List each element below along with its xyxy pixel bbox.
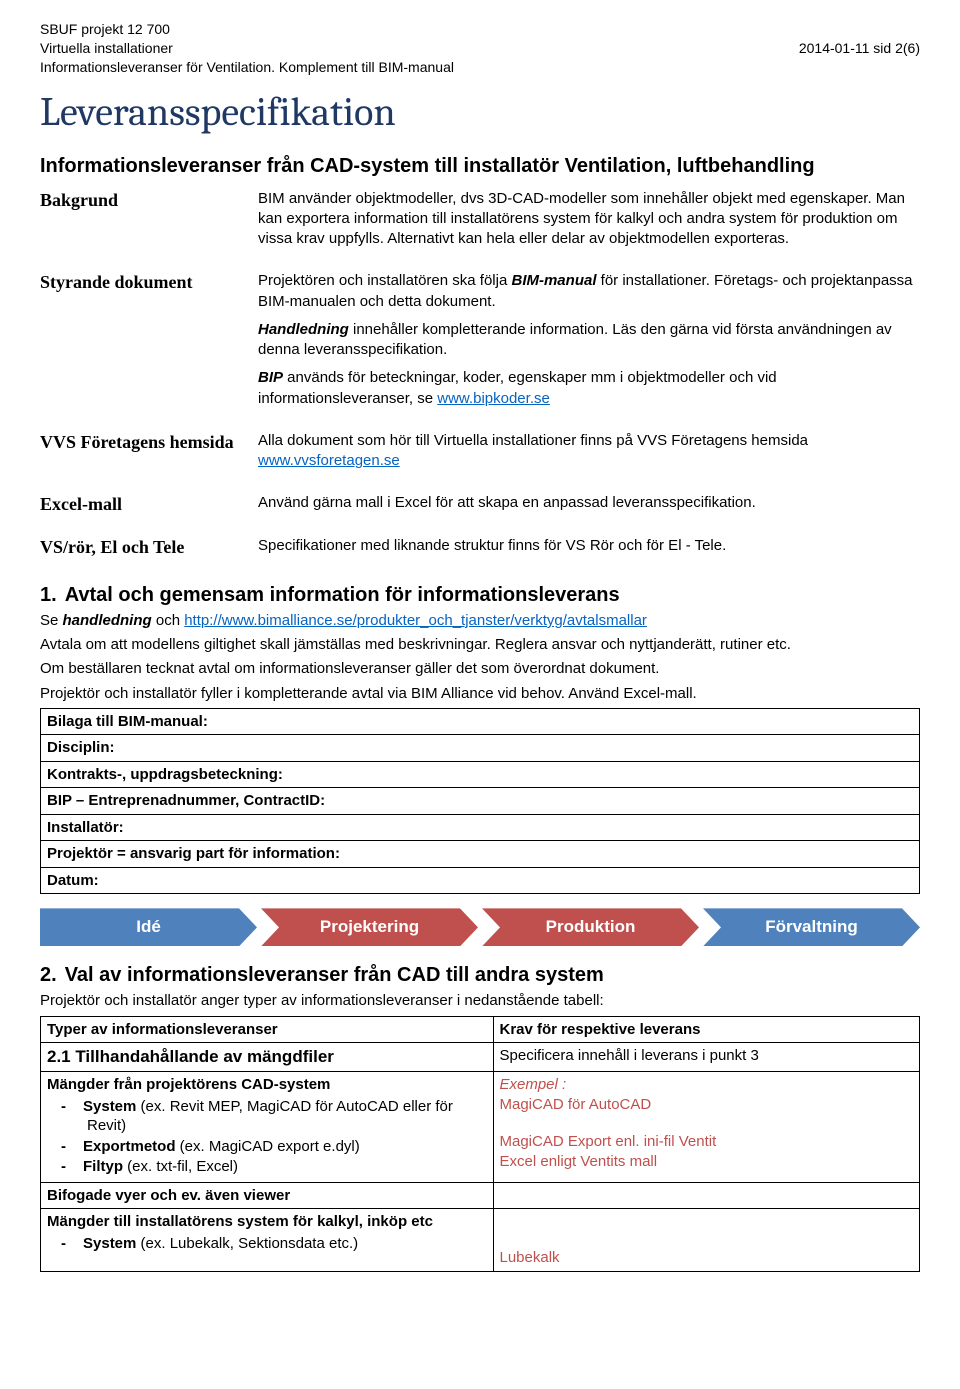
- sec2-intro: Projektör och installatör anger typer av…: [40, 991, 920, 1011]
- header-line-2: Virtuella installationer: [40, 39, 173, 58]
- sec2-mang-li1b: (ex. Revit MEP, MagiCAD för AutoCAD elle…: [87, 1098, 453, 1135]
- excel-text: Använd gärna mall i Excel för att skapa …: [258, 493, 920, 513]
- arrow-ide-label: Idé: [136, 917, 161, 936]
- document-subtitle: Informationsleveranser från CAD-system t…: [40, 153, 920, 179]
- styrande-p2: Handledning innehåller kompletterande in…: [258, 320, 920, 361]
- page-header: SBUF projekt 12 700 Virtuella installati…: [40, 20, 920, 77]
- sec2-mang-li1: System (ex. Revit MEP, MagiCAD för AutoC…: [87, 1097, 487, 1136]
- body-bakgrund: BIM använder objektmodeller, dvs 3D-CAD-…: [258, 189, 920, 258]
- sec1-row-3: BIP – Entreprenadnummer, ContractID:: [41, 788, 920, 815]
- body-styrande: Projektören och installatören ska följa …: [258, 271, 920, 417]
- sec2-mangkalk-right-val: Lubekalk: [500, 1248, 914, 1268]
- section-2-heading: 2. Val av informationsleveranser från CAD…: [40, 964, 920, 987]
- sec1-intro-a: Se: [40, 612, 63, 629]
- arrow-produktion-label: Produktion: [546, 917, 636, 936]
- process-arrows: Idé Projektering Produktion Förvaltning: [40, 908, 920, 946]
- sec2-mangkalk-right: Lubekalk: [493, 1209, 920, 1272]
- link-bipkoder[interactable]: www.bipkoder.se: [437, 390, 550, 407]
- sec2-mang-li3a: Filtyp: [83, 1158, 123, 1175]
- term-vsror: VS/rör, El och Tele: [40, 536, 240, 564]
- sec2-th-left: Typer av informationsleveranser: [41, 1016, 494, 1043]
- arrow-forvaltning: Förvaltning: [703, 908, 920, 946]
- body-excel: Använd gärna mall i Excel för att skapa …: [258, 493, 920, 521]
- styrande-p3: BIP används för beteckningar, koder, ege…: [258, 368, 920, 409]
- styrande-p1a: Projektören och installatören ska följa: [258, 272, 511, 289]
- term-vvs: VVS Företagens hemsida: [40, 431, 240, 480]
- arrow-projektering: Projektering: [261, 908, 478, 946]
- sec1-row-0: Bilaga till BIM-manual:: [41, 708, 920, 735]
- sec2-mang-right-l1: MagiCAD för AutoCAD: [500, 1095, 914, 1115]
- header-page-info: 2014-01-11 sid 2(6): [799, 39, 920, 58]
- sec2-mangkalk-left: Mängder till installatörens system för k…: [41, 1209, 494, 1272]
- vsror-text: Specifikationer med liknande struktur fi…: [258, 536, 920, 556]
- sec1-row-5: Projektör = ansvarig part för informatio…: [41, 841, 920, 868]
- sec1-intro: Se handledning och http://www.bimallianc…: [40, 611, 920, 631]
- arrow-projektering-label: Projektering: [320, 917, 419, 936]
- sec1-p4: Projektör och installatör fyller i kompl…: [40, 684, 920, 704]
- definitions-table: Bakgrund BIM använder objektmodeller, dv…: [40, 189, 920, 564]
- sec2-mang-right-l2: MagiCAD Export enl. ini-fil Ventit: [500, 1132, 914, 1152]
- styrande-p1b: BIM-manual: [511, 272, 596, 289]
- sec2-mang-right: Exempel : MagiCAD för AutoCAD MagiCAD Ex…: [493, 1072, 920, 1183]
- arrow-forvaltning-label: Förvaltning: [765, 917, 858, 936]
- sec2-th-right: Krav för respektive leverans: [493, 1016, 920, 1043]
- sec2-mang-top: Mängder från projektörens CAD-system: [47, 1075, 487, 1095]
- sec2-mang-li2b: (ex. MagiCAD export e.dyl): [176, 1138, 360, 1155]
- section-1-title: Avtal och gemensam information för infor…: [65, 584, 620, 606]
- sec1-row-2: Kontrakts-, uppdragsbeteckning:: [41, 761, 920, 788]
- document-page: SBUF projekt 12 700 Virtuella installati…: [20, 20, 940, 1272]
- arrow-produktion: Produktion: [482, 908, 699, 946]
- section-1-num: 1.: [40, 584, 57, 606]
- sec2-mang-left: Mängder från projektörens CAD-system Sys…: [41, 1072, 494, 1183]
- vvs-text: Alla dokument som hör till Virtuella ins…: [258, 431, 920, 472]
- sec2-mang-li1a: System: [83, 1098, 136, 1115]
- sec2-mangkalk-li1a: System: [83, 1235, 136, 1252]
- sec2-bifog-left: Bifogade vyer och ev. även viewer: [41, 1182, 494, 1209]
- styrande-p1: Projektören och installatören ska följa …: [258, 271, 920, 312]
- term-excel: Excel-mall: [40, 493, 240, 521]
- section-2-title: Val av informationsleveranser från CAD t…: [65, 964, 604, 986]
- section-1-heading: 1. Avtal och gemensam information för inf…: [40, 584, 920, 607]
- styrande-p3a: BIP: [258, 369, 283, 386]
- term-styrande: Styrande dokument: [40, 271, 240, 417]
- link-bimalliance[interactable]: http://www.bimalliance.se/produkter_och_…: [184, 612, 647, 629]
- sec2-row21-right: Specificera innehåll i leverans i punkt …: [493, 1043, 920, 1072]
- sec2-mangkalk-li1: System (ex. Lubekalk, Sektionsdata etc.): [87, 1234, 487, 1254]
- sec1-row-4: Installatör:: [41, 814, 920, 841]
- sec2-mangkalk-li1b: (ex. Lubekalk, Sektionsdata etc.): [136, 1235, 358, 1252]
- link-vvsforetagen[interactable]: www.vvsforetagen.se: [258, 452, 400, 469]
- sec2-mang-li2: Exportmetod (ex. MagiCAD export e.dyl): [87, 1137, 487, 1157]
- arrow-ide: Idé: [40, 908, 257, 946]
- sec2-mang-right-ex: Exempel :: [500, 1075, 914, 1095]
- styrande-p2b: innehåller kompletterande information. L…: [258, 321, 892, 358]
- term-bakgrund: Bakgrund: [40, 189, 240, 258]
- header-line-3: Informationsleveranser för Ventilation. …: [40, 58, 920, 77]
- sec2-bifog-right: [493, 1182, 920, 1209]
- sec2-mang-li3b: (ex. txt-fil, Excel): [123, 1158, 238, 1175]
- bakgrund-text: BIM använder objektmodeller, dvs 3D-CAD-…: [258, 189, 920, 250]
- sec1-intro-c: och: [152, 612, 185, 629]
- sec2-table: Typer av informationsleveranser Krav för…: [40, 1016, 920, 1272]
- sec1-table: Bilaga till BIM-manual: Disciplin: Kontr…: [40, 708, 920, 895]
- sec2-row21-left: 2.1 Tillhandahållande av mängdfiler: [41, 1043, 494, 1072]
- styrande-p2a: Handledning: [258, 321, 349, 338]
- sec1-row-6: Datum:: [41, 867, 920, 894]
- vvs-text-a: Alla dokument som hör till Virtuella ins…: [258, 432, 808, 449]
- sec1-row-1: Disciplin:: [41, 735, 920, 762]
- body-vvs: Alla dokument som hör till Virtuella ins…: [258, 431, 920, 480]
- sec1-p3: Om beställaren tecknat avtal om informat…: [40, 659, 920, 679]
- sec2-mang-li3: Filtyp (ex. txt-fil, Excel): [87, 1157, 487, 1177]
- body-vsror: Specifikationer med liknande struktur fi…: [258, 536, 920, 564]
- document-title: Leveransspecifikation: [40, 89, 920, 135]
- sec1-p2: Avtala om att modellens giltighet skall …: [40, 635, 920, 655]
- sec2-mang-right-l3: Excel enligt Ventits mall: [500, 1152, 914, 1172]
- header-line-1: SBUF projekt 12 700: [40, 20, 920, 39]
- section-2-num: 2.: [40, 964, 57, 986]
- sec1-intro-b: handledning: [63, 612, 152, 629]
- sec2-mang-li2a: Exportmetod: [83, 1138, 176, 1155]
- sec2-mangkalk-top: Mängder till installatörens system för k…: [47, 1212, 487, 1232]
